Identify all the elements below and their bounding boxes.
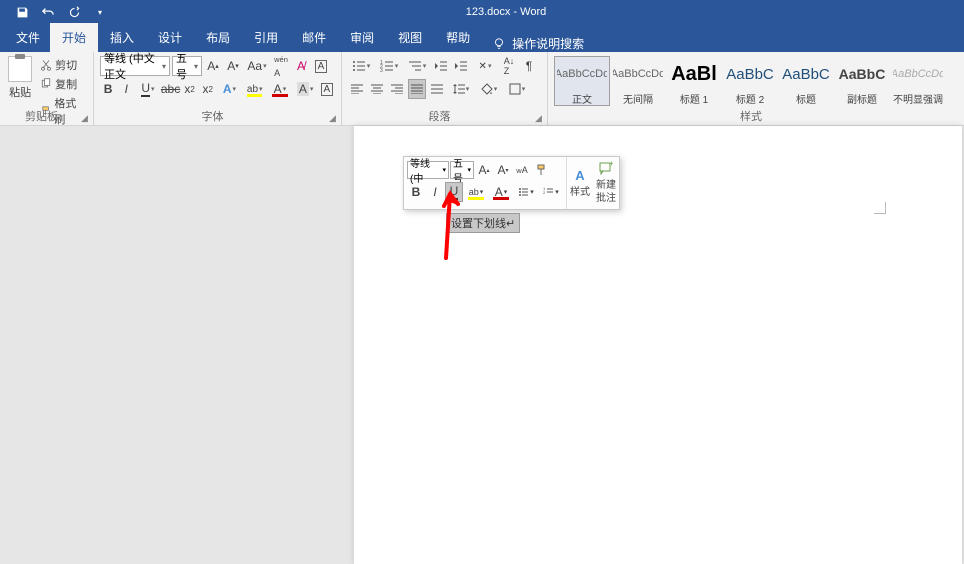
shading-button[interactable]: ▾: [476, 79, 502, 99]
ribbon: 粘贴 剪切 复制 格式刷 剪贴板 ◢ 等线 (中文正文▾: [0, 52, 964, 126]
highlight-button[interactable]: ab▾: [243, 79, 266, 99]
page-margin-mark: [874, 202, 886, 214]
grow-font-button[interactable]: A▴: [204, 56, 222, 76]
align-center-button[interactable]: [368, 79, 386, 99]
group-label-clipboard: 剪贴板: [0, 108, 83, 124]
italic-button[interactable]: I: [118, 79, 134, 99]
tab-mailings[interactable]: 邮件: [290, 23, 338, 52]
bullets-button[interactable]: ▾: [348, 56, 374, 76]
tab-review[interactable]: 审阅: [338, 23, 386, 52]
style-item-2[interactable]: AaBl标题 1: [666, 56, 722, 106]
superscript-button[interactable]: x2: [200, 79, 216, 99]
svg-text:+: +: [609, 161, 613, 168]
group-font: 等线 (中文正文▾ 五号▾ A▴ A▾ Aa▾ wénA A̸ A B I U▾…: [94, 52, 342, 125]
mini-toolbar: 等线 (中▾ 五号▾ A▴ A▾ wA B I U ab▾ A▾ ▾ 12▾ A…: [403, 156, 620, 210]
tab-references[interactable]: 引用: [242, 23, 290, 52]
style-item-4[interactable]: AaBbC标题: [778, 56, 834, 106]
tab-file[interactable]: 文件: [6, 23, 50, 52]
styles-icon: A: [575, 168, 584, 184]
bold-button[interactable]: B: [100, 79, 116, 99]
mini-bullets-button[interactable]: ▾: [514, 182, 538, 202]
align-left-button[interactable]: [348, 79, 366, 99]
undo-icon[interactable]: [40, 4, 56, 20]
tab-layout[interactable]: 布局: [194, 23, 242, 52]
ribbon-tabs: 文件 开始 插入 设计 布局 引用 邮件 审阅 视图 帮助 操作说明搜索: [0, 24, 964, 52]
borders-button[interactable]: ▾: [504, 79, 530, 99]
mini-new-comment-button[interactable]: + 新建 批注: [593, 157, 619, 209]
tell-me-search[interactable]: 操作说明搜索: [492, 35, 584, 52]
tab-help[interactable]: 帮助: [434, 23, 482, 52]
group-label-paragraph: 段落: [342, 108, 537, 124]
numbering-button[interactable]: 123▾: [376, 56, 402, 76]
tab-view[interactable]: 视图: [386, 23, 434, 52]
group-paragraph: ▾ 123▾ ▾ ✕▾ A↓Z ¶ ▾ ▾ ▾ 段落 ◢: [342, 52, 548, 125]
char-border-button[interactable]: A: [319, 79, 335, 99]
decrease-indent-button[interactable]: [432, 56, 450, 76]
font-launcher-icon[interactable]: ◢: [329, 113, 339, 123]
enclose-characters-button[interactable]: A: [312, 56, 330, 76]
show-marks-button[interactable]: ¶: [520, 56, 538, 76]
multilevel-list-button[interactable]: ▾: [404, 56, 430, 76]
line-spacing-button[interactable]: ▾: [448, 79, 474, 99]
mini-font-name-combo[interactable]: 等线 (中▾: [407, 161, 449, 179]
svg-text:3: 3: [380, 68, 383, 72]
group-label-styles: 样式: [548, 108, 954, 124]
window-title: 123.docx - Word: [108, 6, 904, 18]
mini-underline-button[interactable]: U: [445, 182, 463, 202]
cut-button[interactable]: 剪切: [38, 56, 87, 74]
underline-button[interactable]: U▾: [136, 79, 159, 99]
mini-numbering-button[interactable]: 12▾: [539, 182, 563, 202]
qat-dropdown-icon[interactable]: ▾: [92, 4, 108, 20]
group-styles: AaBbCcDd正文AaBbCcDd无间隔AaBl标题 1AaBbC标题 2Aa…: [548, 52, 964, 125]
style-item-6[interactable]: AaBbCcDd不明显强调: [890, 56, 946, 106]
font-color-button[interactable]: A▾: [268, 79, 291, 99]
mini-italic-button[interactable]: I: [426, 182, 444, 202]
mini-grow-font-button[interactable]: A▴: [475, 160, 493, 180]
tab-insert[interactable]: 插入: [98, 23, 146, 52]
clear-formatting-button[interactable]: A̸: [292, 56, 310, 76]
tab-design[interactable]: 设计: [146, 23, 194, 52]
save-icon[interactable]: [14, 4, 30, 20]
mini-styles-button[interactable]: A 样式: [567, 157, 593, 209]
copy-button[interactable]: 复制: [38, 75, 87, 93]
mini-bold-button[interactable]: B: [407, 182, 425, 202]
svg-text:2: 2: [543, 190, 546, 195]
new-comment-icon: +: [599, 161, 613, 177]
mini-format-painter-button[interactable]: [532, 160, 550, 180]
style-item-1[interactable]: AaBbCcDd无间隔: [610, 56, 666, 106]
font-size-combo[interactable]: 五号▾: [172, 56, 202, 76]
shrink-font-button[interactable]: A▾: [224, 56, 242, 76]
styles-gallery[interactable]: AaBbCcDd正文AaBbCcDd无间隔AaBl标题 1AaBbC标题 2Aa…: [554, 56, 958, 106]
mini-phonetic-button[interactable]: wA: [513, 160, 531, 180]
mini-font-color-button[interactable]: A▾: [489, 182, 513, 202]
redo-icon[interactable]: [66, 4, 82, 20]
subscript-button[interactable]: x2: [182, 79, 198, 99]
char-shading-button[interactable]: A▾: [294, 79, 317, 99]
tab-home[interactable]: 开始: [50, 23, 98, 52]
distribute-button[interactable]: [428, 79, 446, 99]
group-clipboard: 粘贴 剪切 复制 格式刷 剪贴板 ◢: [0, 52, 94, 125]
mini-highlight-button[interactable]: ab▾: [464, 182, 488, 202]
mini-font-size-combo[interactable]: 五号▾: [450, 161, 474, 179]
asian-layout-button[interactable]: ✕▾: [472, 56, 498, 76]
align-right-button[interactable]: [388, 79, 406, 99]
paste-icon: [8, 56, 32, 82]
style-item-3[interactable]: AaBbC标题 2: [722, 56, 778, 106]
clipboard-launcher-icon[interactable]: ◢: [81, 113, 91, 123]
tooltip: 设置下划线↵: [446, 213, 520, 233]
style-item-5[interactable]: AaBbC副标题: [834, 56, 890, 106]
style-item-0[interactable]: AaBbCcDd正文: [554, 56, 610, 106]
mini-shrink-font-button[interactable]: A▾: [494, 160, 512, 180]
justify-button[interactable]: [408, 79, 426, 99]
sort-button[interactable]: A↓Z: [500, 56, 518, 76]
strikethrough-button[interactable]: abc: [162, 79, 180, 99]
font-name-combo[interactable]: 等线 (中文正文▾: [100, 56, 170, 76]
text-effects-button[interactable]: A▾: [218, 79, 241, 99]
phonetic-guide-button[interactable]: wénA: [272, 56, 290, 76]
group-label-font: 字体: [94, 108, 331, 124]
increase-indent-button[interactable]: [452, 56, 470, 76]
paragraph-launcher-icon[interactable]: ◢: [535, 113, 545, 123]
change-case-button[interactable]: Aa▾: [244, 56, 270, 76]
